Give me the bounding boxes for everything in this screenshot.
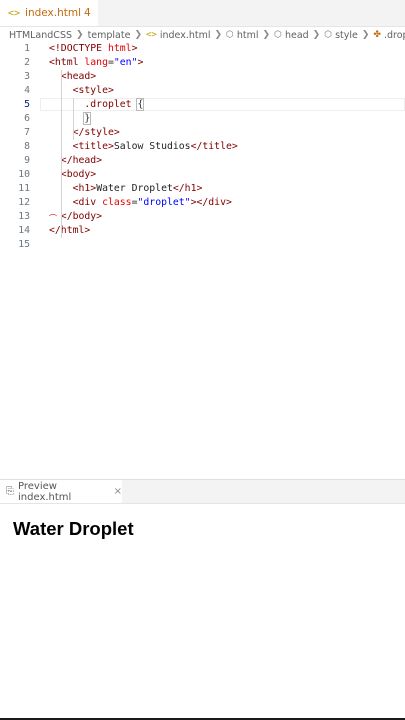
code-line[interactable]: 1 <!DOCTYPE html>	[0, 42, 405, 56]
code-token: </head>	[60, 155, 103, 166]
line-number: 13	[18, 211, 30, 222]
code-text: .droplet {	[49, 98, 145, 112]
line-number: 15	[18, 239, 30, 250]
code-token: </html>	[49, 225, 91, 236]
code-token: <style>	[72, 85, 114, 96]
breadcrumb-item-file[interactable]: <> index.html	[146, 30, 211, 41]
code-token: {	[136, 98, 145, 111]
breadcrumb-item-template[interactable]: template	[88, 30, 131, 41]
code-line[interactable]: 2 <html lang="en">	[0, 56, 405, 70]
indent-guide	[61, 70, 62, 238]
code-token: </style>	[72, 127, 120, 138]
code-token: <h1>	[72, 183, 97, 194]
breadcrumb-item-folder[interactable]: HTMLandCSS	[9, 30, 72, 41]
preview-icon: ⎘	[6, 486, 14, 497]
code-token: <title>	[72, 141, 114, 152]
error-squiggle-icon: ⌒	[49, 214, 57, 223]
code-token: <!DOCTYPE	[49, 43, 108, 54]
line-number: 4	[24, 85, 30, 96]
code-text: </head>	[49, 154, 102, 168]
code-token: <body>	[60, 169, 97, 180]
line-number: 12	[18, 197, 30, 208]
close-icon[interactable]: ×	[114, 486, 122, 497]
code-token: ></div>	[190, 197, 232, 208]
chevron-right-icon: ❯	[134, 30, 142, 40]
code-token: "en"	[113, 57, 138, 68]
css-selector-icon: ✤	[373, 30, 381, 40]
chevron-right-icon: ❯	[76, 30, 84, 40]
editor-tab-bar: <> index.html 4	[0, 0, 405, 27]
code-token: lang	[84, 57, 108, 68]
line-number: 3	[24, 71, 30, 82]
code-token: class	[102, 197, 132, 208]
breadcrumb-item-html[interactable]: ⬡ html	[226, 30, 259, 41]
element-cube-icon: ⬡	[274, 30, 282, 40]
preview-heading: Water Droplet	[13, 518, 134, 539]
breadcrumb-item-selector[interactable]: ✤.droplet	[373, 30, 405, 41]
line-number: 9	[24, 155, 30, 166]
code-line[interactable]: 15	[0, 238, 405, 252]
code-token: <html	[49, 57, 85, 68]
line-number: 2	[24, 57, 30, 68]
tab-filename: index.html	[25, 7, 82, 19]
chevron-right-icon: ❯	[361, 30, 370, 40]
chevron-right-icon: ❯	[214, 30, 223, 40]
code-token: html	[107, 43, 132, 54]
html-file-icon: <>	[146, 30, 157, 40]
breadcrumb-item-style[interactable]: ⬡ style	[324, 30, 358, 41]
code-text: }	[49, 112, 92, 126]
tab-index-html[interactable]: <> index.html 4	[0, 0, 98, 26]
code-token: >	[137, 57, 144, 68]
code-token: Water Droplet	[96, 183, 173, 194]
code-text: <style>	[49, 84, 114, 98]
code-text: </html>	[49, 224, 90, 238]
code-token: }	[83, 112, 92, 125]
code-text: <html lang="en">	[49, 56, 143, 70]
code-token: </title>	[190, 141, 238, 152]
code-token: >	[131, 43, 138, 54]
line-number: 7	[24, 127, 30, 138]
code-token: <div	[72, 197, 103, 208]
code-text: <body>	[49, 168, 96, 182]
line-number: 5	[24, 99, 30, 110]
code-file-icon: <>	[8, 7, 21, 19]
preview-tab-bar: ⎘ Preview index.html ×	[0, 479, 405, 504]
preview-tab-label: Preview index.html	[18, 480, 72, 503]
line-number: 10	[18, 169, 30, 180]
code-text: <head>	[49, 70, 96, 84]
element-cube-icon: ⬡	[226, 30, 234, 40]
chevron-right-icon: ❯	[312, 30, 321, 40]
element-cube-icon: ⬡	[324, 30, 333, 40]
line-number: 11	[18, 183, 30, 194]
breadcrumb-item-head[interactable]: ⬡ head	[274, 30, 309, 41]
tab-preview[interactable]: ⎘ Preview index.html ×	[0, 480, 122, 503]
code-token: "droplet"	[137, 197, 191, 208]
line-number: 1	[24, 43, 30, 54]
code-token: Salow Studios	[113, 141, 191, 152]
code-token: <head>	[60, 71, 97, 82]
code-text: <title>Salow Studios</title>	[49, 140, 238, 154]
problem-count-badge: 4	[84, 7, 91, 19]
code-token: .droplet	[84, 99, 138, 110]
line-number: 6	[24, 113, 30, 124]
code-token: </h1>	[172, 183, 203, 194]
indent-guide	[73, 98, 74, 140]
line-number: 8	[24, 141, 30, 152]
code-text: <h1>Water Droplet</h1>	[49, 182, 203, 196]
breadcrumb: HTMLandCSS ❯ template ❯ <> index.html ❯ ⬡…	[0, 27, 405, 43]
chevron-right-icon: ❯	[262, 30, 271, 40]
code-text: <div class="droplet"></div>	[49, 196, 232, 210]
code-text: <!DOCTYPE html>	[49, 42, 137, 56]
code-token: </body>	[60, 211, 103, 222]
code-text: </style>	[49, 126, 120, 140]
line-number: 14	[18, 225, 30, 236]
